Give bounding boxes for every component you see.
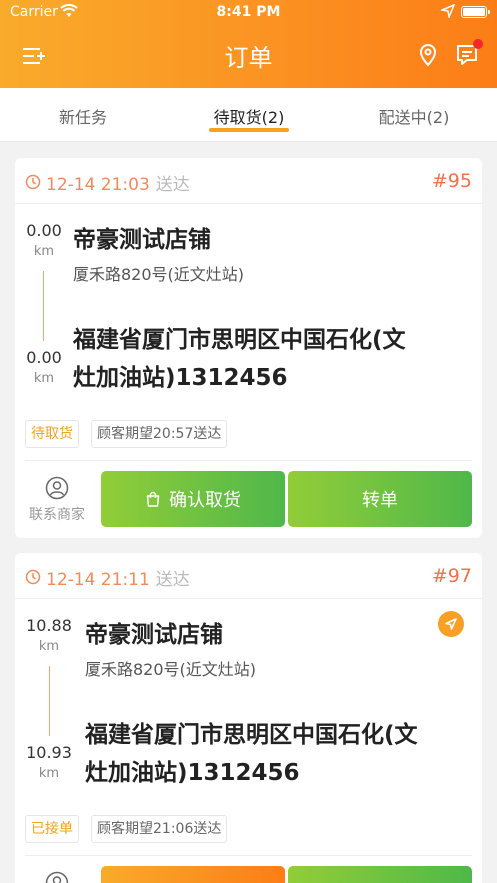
order-card[interactable]: 12-14 21:11 送达 #97 10.88 km 10.93 km 帝豪测试… bbox=[15, 553, 482, 883]
destination-line-1: 福建省厦门市思明区中国石化(文 bbox=[73, 327, 406, 353]
order-number: #97 bbox=[431, 565, 472, 587]
delivery-time: 12-14 21:11 送达 bbox=[46, 565, 190, 590]
order-number: #95 bbox=[431, 170, 472, 192]
confirm-pickup-button[interactable]: 确认取货 bbox=[101, 471, 285, 527]
battery-icon bbox=[461, 6, 490, 18]
delivery-time-suffix: 送达 bbox=[155, 570, 190, 590]
action-button-primary[interactable] bbox=[101, 866, 285, 883]
delivery-time-value: 12-14 21:03 bbox=[46, 175, 150, 195]
order-card-header: 12-14 21:03 送达 #95 bbox=[15, 158, 482, 204]
shop-address: 厦禾路820号(近文灶站) bbox=[85, 660, 257, 679]
destination-distance: 0.00 km bbox=[19, 348, 69, 386]
tab-new-tasks[interactable]: 新任务 bbox=[13, 104, 153, 128]
shopping-bag-icon bbox=[146, 491, 160, 507]
user-circle-icon bbox=[45, 476, 69, 500]
destination-distance-unit: km bbox=[33, 371, 55, 386]
active-tab-indicator bbox=[209, 128, 289, 132]
tab-delivering[interactable]: 配送中(2) bbox=[344, 104, 484, 128]
notification-dot bbox=[473, 39, 483, 49]
shop-distance-value: 10.88 bbox=[26, 616, 72, 635]
clock-icon bbox=[25, 174, 41, 190]
nav-bar: 订单 bbox=[0, 26, 497, 86]
destination-distance-unit: km bbox=[38, 766, 60, 781]
destination-distance: 10.93 km bbox=[23, 743, 75, 781]
map-pin-icon[interactable] bbox=[417, 43, 439, 67]
transfer-order-button[interactable]: 转单 bbox=[288, 471, 472, 527]
app-header: Carrier 8:41 PM 订单 bbox=[0, 0, 497, 88]
shop-distance-value: 0.00 bbox=[26, 221, 62, 240]
clock-time: 8:41 PM bbox=[216, 4, 281, 20]
expected-time-badge: 顾客期望20:57送达 bbox=[91, 420, 228, 448]
card-divider bbox=[25, 855, 472, 856]
destination-distance-value: 0.00 bbox=[26, 348, 62, 367]
clock-icon bbox=[25, 569, 41, 585]
transfer-order-label: 转单 bbox=[362, 490, 398, 511]
action-button-secondary[interactable] bbox=[288, 866, 472, 883]
delivery-time-suffix: 送达 bbox=[155, 175, 190, 195]
expected-time-badge: 顾客期望21:06送达 bbox=[91, 815, 228, 843]
navigate-button[interactable] bbox=[438, 611, 464, 637]
navigation-arrow-icon bbox=[445, 618, 457, 630]
destination-address: 福建省厦门市思明区中国石化(文 灶加油站)1312456 bbox=[85, 716, 418, 792]
shop-address: 厦禾路820号(近文灶站) bbox=[73, 265, 245, 284]
destination-address: 福建省厦门市思明区中国石化(文 灶加油站)1312456 bbox=[73, 321, 406, 397]
order-card[interactable]: 12-14 21:03 送达 #95 0.00 km 0.00 km 帝豪测试店铺… bbox=[15, 158, 482, 538]
delivery-time-value: 12-14 21:11 bbox=[46, 570, 150, 590]
shop-distance-unit: km bbox=[33, 244, 55, 259]
status-badge: 已接单 bbox=[25, 815, 79, 843]
shop-distance: 0.00 km bbox=[19, 221, 69, 259]
status-badge: 待取货 bbox=[25, 420, 79, 448]
shop-distance: 10.88 km bbox=[23, 616, 75, 654]
tab-pending-pickup[interactable]: 待取货(2) bbox=[179, 104, 319, 128]
route-line bbox=[43, 271, 44, 341]
shop-name: 帝豪测试店铺 bbox=[73, 227, 211, 253]
confirm-pickup-label: 确认取货 bbox=[169, 490, 241, 511]
status-bar: Carrier 8:41 PM bbox=[0, 0, 497, 26]
location-arrow-icon bbox=[441, 4, 455, 18]
user-circle-icon bbox=[45, 871, 69, 883]
order-tabs: 新任务 待取货(2) 配送中(2) bbox=[0, 88, 497, 142]
card-divider bbox=[25, 460, 472, 461]
contact-merchant-button[interactable] bbox=[23, 871, 91, 883]
contact-merchant-label: 联系商家 bbox=[29, 507, 85, 523]
contact-merchant-button[interactable]: 联系商家 bbox=[23, 476, 91, 524]
destination-line-2: 灶加油站)1312456 bbox=[73, 365, 288, 391]
route-line bbox=[49, 666, 50, 736]
destination-line-1: 福建省厦门市思明区中国石化(文 bbox=[85, 722, 418, 748]
shop-name: 帝豪测试店铺 bbox=[85, 622, 223, 648]
delivery-time: 12-14 21:03 送达 bbox=[46, 170, 190, 195]
destination-line-2: 灶加油站)1312456 bbox=[85, 760, 300, 786]
destination-distance-value: 10.93 bbox=[26, 743, 72, 762]
shop-distance-unit: km bbox=[38, 639, 60, 654]
order-card-header: 12-14 21:11 送达 #97 bbox=[15, 553, 482, 599]
